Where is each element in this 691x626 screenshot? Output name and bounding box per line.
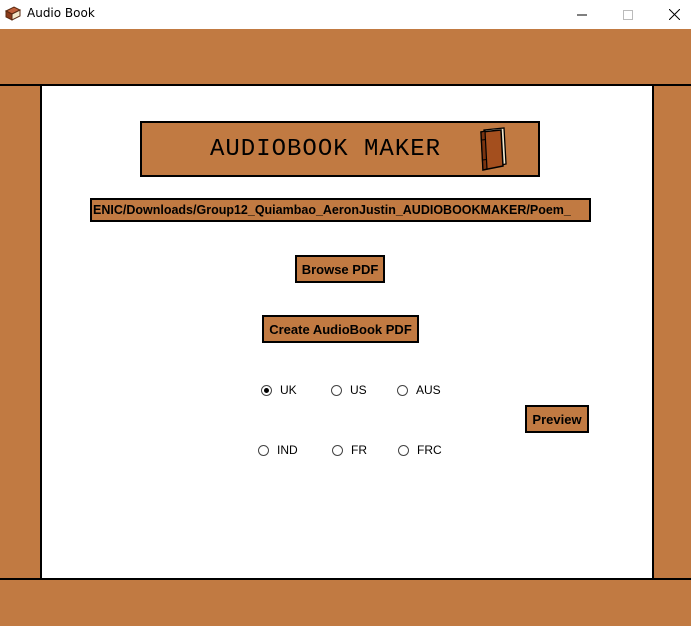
- browse-pdf-button[interactable]: Browse PDF: [295, 255, 385, 283]
- radio-icon: [332, 444, 343, 456]
- radio-icon: [397, 384, 408, 396]
- frame-left-border: [0, 86, 42, 578]
- minimize-button[interactable]: [559, 0, 605, 29]
- accent-label: UK: [280, 383, 297, 397]
- accent-radio-frc[interactable]: FRC: [398, 443, 442, 457]
- window-title: Audio Book: [27, 6, 95, 20]
- accent-radio-fr[interactable]: FR: [332, 443, 367, 457]
- app-heading: AUDIOBOOK MAKER: [210, 136, 442, 163]
- frame-bottom-border: [0, 578, 691, 626]
- accent-radio-aus[interactable]: AUS: [397, 383, 441, 397]
- radio-icon: [331, 384, 342, 396]
- accent-label: US: [350, 383, 367, 397]
- accent-label: FR: [351, 443, 367, 457]
- accent-label: IND: [277, 443, 298, 457]
- maximize-icon: [623, 9, 633, 20]
- book-icon: [480, 127, 507, 171]
- radio-icon: [398, 444, 409, 456]
- accent-radio-us[interactable]: US: [331, 383, 367, 397]
- accent-label: AUS: [416, 383, 441, 397]
- file-path-field[interactable]: ENIC/Downloads/Group12_Quiambao_AeronJus…: [90, 198, 591, 222]
- minimize-icon: [577, 14, 587, 15]
- radio-selected-icon: [261, 384, 272, 396]
- accent-label: FRC: [417, 443, 442, 457]
- preview-button[interactable]: Preview: [525, 405, 589, 433]
- header-banner: AUDIOBOOK MAKER: [140, 121, 540, 177]
- close-icon: [668, 9, 680, 20]
- title-bar: Audio Book: [0, 0, 691, 29]
- create-audiobook-button[interactable]: Create AudioBook PDF: [262, 315, 419, 343]
- radio-icon: [258, 444, 269, 456]
- accent-radio-ind[interactable]: IND: [258, 443, 298, 457]
- frame-top-border: [0, 29, 691, 86]
- frame-right-border: [652, 86, 691, 578]
- book-app-icon: [4, 6, 22, 21]
- close-button[interactable]: [651, 0, 691, 29]
- maximize-button[interactable]: [605, 0, 651, 29]
- accent-radio-uk[interactable]: UK: [261, 383, 297, 397]
